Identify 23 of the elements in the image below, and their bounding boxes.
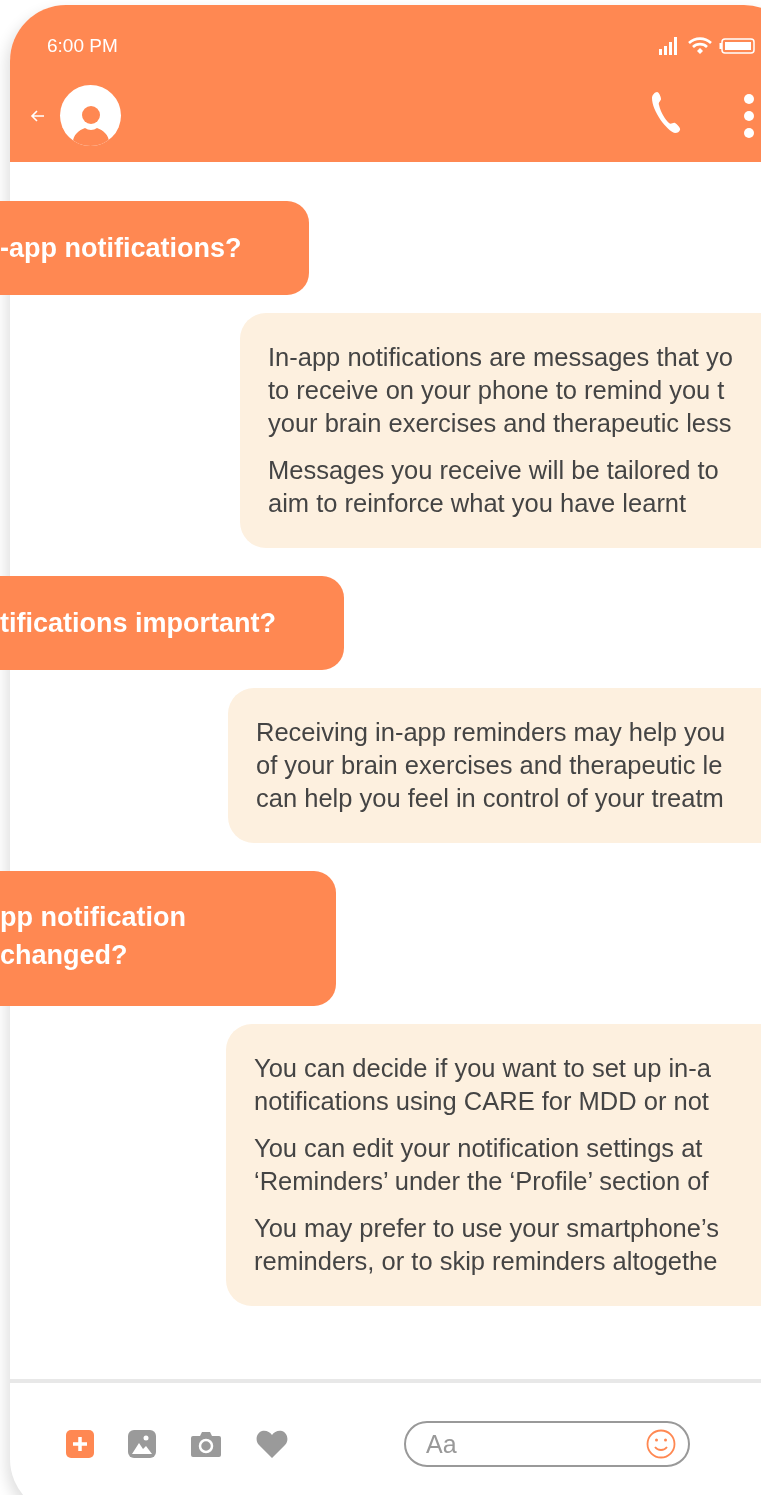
status-time: 6:00 PM — [47, 35, 118, 57]
input-placeholder: Aa — [426, 1429, 457, 1459]
question-text: -app notifications? — [0, 233, 242, 263]
answer-text: You may prefer to use your smartphone’s reminders, or to skip reminders altogethe — [254, 1213, 720, 1277]
message-input[interactable]: Aa — [404, 1421, 690, 1467]
answer-text: You can edit your notification settings at ‘Reminders’ under the ‘Profile’ section of — [254, 1133, 710, 1197]
add-icon[interactable] — [66, 1430, 94, 1458]
wifi-icon — [687, 36, 713, 56]
answer-text: You can decide if you want to set up in-a notifications using CARE for MDD or not — [254, 1053, 712, 1117]
question-text: changed? — [0, 940, 128, 970]
avatar[interactable] — [60, 85, 121, 146]
more-options-icon[interactable] — [743, 92, 755, 139]
answer-text: In-app notifications are messages that yo to receive on your phone to remind you t your brain exercises and therapeutic less — [268, 342, 734, 439]
heart-icon[interactable] — [256, 1429, 288, 1459]
image-icon[interactable] — [128, 1430, 156, 1458]
answer-text: Receiving in-app reminders may help you of your brain exercises and therapeutic le can help you feel in control of your treatm — [256, 717, 727, 814]
answer-text: Messages you receive will be tailored to aim to reinforce what you have learnt — [268, 455, 720, 519]
question-text: tifications important? — [0, 608, 276, 638]
back-arrow-icon[interactable] — [30, 107, 46, 124]
question-text: pp notification — [0, 902, 186, 932]
battery-icon — [719, 38, 755, 54]
smiley-icon[interactable] — [646, 1429, 676, 1459]
camera-icon[interactable] — [190, 1430, 222, 1458]
